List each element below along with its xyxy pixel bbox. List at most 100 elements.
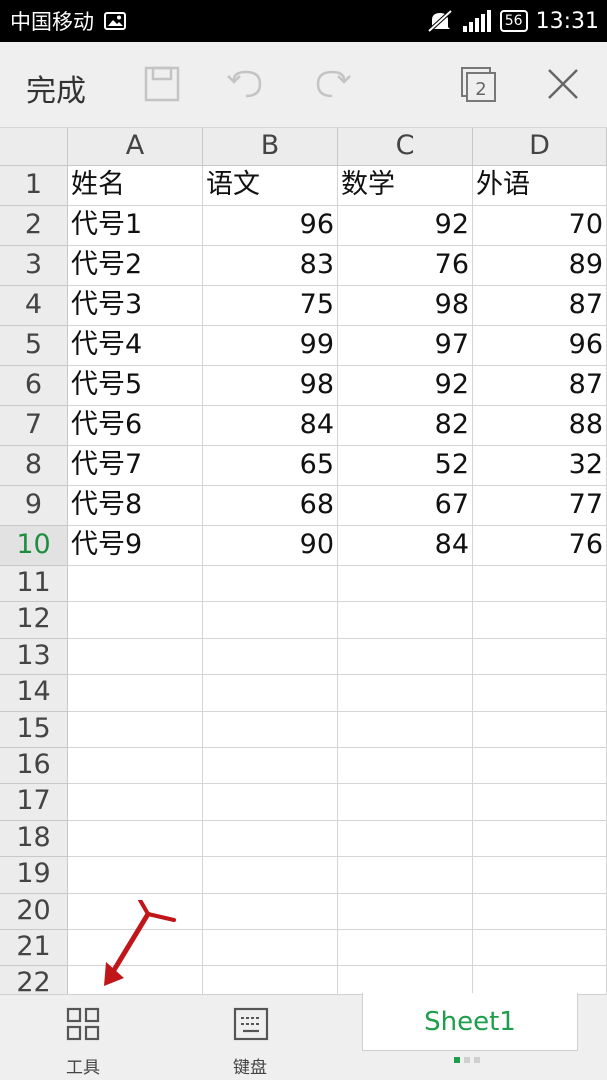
- row-header[interactable]: 17: [0, 784, 68, 821]
- table-cell[interactable]: 92: [338, 206, 473, 246]
- table-cell[interactable]: 代号1: [68, 206, 203, 246]
- row-header[interactable]: 12: [0, 602, 68, 639]
- table-cell[interactable]: [68, 638, 203, 676]
- row-header[interactable]: 18: [0, 820, 68, 858]
- table-cell[interactable]: 32: [473, 446, 607, 486]
- row-header[interactable]: 13: [0, 638, 68, 676]
- table-cell[interactable]: [203, 857, 338, 894]
- table-cell[interactable]: [203, 638, 338, 676]
- table-cell[interactable]: [338, 893, 473, 930]
- table-cell[interactable]: 99: [203, 326, 338, 366]
- table-cell[interactable]: 代号7: [68, 446, 203, 486]
- table-cell[interactable]: [203, 711, 338, 748]
- table-cell[interactable]: 96: [203, 206, 338, 246]
- table-cell[interactable]: [473, 930, 607, 967]
- row-header[interactable]: 9: [0, 486, 68, 526]
- row-header[interactable]: 5: [0, 326, 68, 366]
- row-header[interactable]: 21: [0, 930, 68, 967]
- table-cell[interactable]: 数学: [338, 166, 473, 206]
- table-cell[interactable]: [203, 566, 338, 603]
- table-cell[interactable]: 代号4: [68, 326, 203, 366]
- window-switch-icon[interactable]: 2: [458, 64, 498, 104]
- table-cell[interactable]: 97: [338, 326, 473, 366]
- column-header-b[interactable]: B: [203, 128, 338, 166]
- row-header[interactable]: 6: [0, 366, 68, 406]
- table-cell[interactable]: [68, 602, 203, 639]
- row-header[interactable]: 4: [0, 286, 68, 326]
- table-cell[interactable]: [68, 820, 203, 858]
- row-header[interactable]: 19: [0, 857, 68, 894]
- table-cell[interactable]: [473, 966, 607, 994]
- column-header-a[interactable]: A: [68, 128, 203, 166]
- table-cell[interactable]: 84: [203, 406, 338, 446]
- table-cell[interactable]: 87: [473, 366, 607, 406]
- table-cell[interactable]: [338, 711, 473, 748]
- table-cell[interactable]: 70: [473, 206, 607, 246]
- table-cell[interactable]: 姓名: [68, 166, 203, 206]
- row-header[interactable]: 14: [0, 675, 68, 712]
- table-cell[interactable]: 88: [473, 406, 607, 446]
- row-header[interactable]: 16: [0, 748, 68, 785]
- table-cell[interactable]: [338, 638, 473, 676]
- table-cell[interactable]: [338, 566, 473, 603]
- row-header[interactable]: 10: [0, 526, 68, 566]
- row-header[interactable]: 8: [0, 446, 68, 486]
- table-cell[interactable]: [68, 784, 203, 821]
- select-all-corner[interactable]: [0, 128, 68, 166]
- table-cell[interactable]: [68, 675, 203, 712]
- row-header[interactable]: 20: [0, 893, 68, 930]
- row-header[interactable]: 15: [0, 711, 68, 748]
- table-cell[interactable]: [338, 602, 473, 639]
- column-header-d[interactable]: D: [473, 128, 607, 166]
- table-cell[interactable]: [338, 748, 473, 785]
- table-cell[interactable]: 代号9: [68, 526, 203, 566]
- table-cell[interactable]: 代号8: [68, 486, 203, 526]
- close-icon[interactable]: [543, 64, 583, 104]
- table-cell[interactable]: 87: [473, 286, 607, 326]
- table-cell[interactable]: [338, 820, 473, 858]
- table-cell[interactable]: [203, 748, 338, 785]
- table-cell[interactable]: 外语: [473, 166, 607, 206]
- table-cell[interactable]: 75: [203, 286, 338, 326]
- table-cell[interactable]: 65: [203, 446, 338, 486]
- table-cell[interactable]: 76: [338, 246, 473, 286]
- table-cell[interactable]: [473, 711, 607, 748]
- table-cell[interactable]: 代号3: [68, 286, 203, 326]
- table-cell[interactable]: 76: [473, 526, 607, 566]
- table-cell[interactable]: [473, 566, 607, 603]
- table-cell[interactable]: 84: [338, 526, 473, 566]
- table-cell[interactable]: 代号2: [68, 246, 203, 286]
- table-cell[interactable]: [68, 566, 203, 603]
- table-cell[interactable]: 代号5: [68, 366, 203, 406]
- table-cell[interactable]: [338, 675, 473, 712]
- table-cell[interactable]: [473, 893, 607, 930]
- row-header[interactable]: 2: [0, 206, 68, 246]
- done-button[interactable]: 完成: [26, 66, 86, 110]
- tools-button[interactable]: 工具: [33, 995, 133, 1081]
- table-cell[interactable]: [473, 857, 607, 894]
- table-cell[interactable]: [203, 784, 338, 821]
- table-cell[interactable]: 52: [338, 446, 473, 486]
- table-cell[interactable]: 语文: [203, 166, 338, 206]
- table-cell[interactable]: 98: [203, 366, 338, 406]
- table-cell[interactable]: [473, 748, 607, 785]
- table-cell[interactable]: [473, 602, 607, 639]
- table-cell[interactable]: [68, 893, 203, 930]
- table-cell[interactable]: [338, 857, 473, 894]
- table-cell[interactable]: [68, 930, 203, 967]
- table-cell[interactable]: 77: [473, 486, 607, 526]
- row-header[interactable]: 1: [0, 166, 68, 206]
- row-header[interactable]: 11: [0, 566, 68, 603]
- column-header-c[interactable]: C: [338, 128, 473, 166]
- keyboard-button[interactable]: 键盘: [200, 995, 300, 1081]
- row-header[interactable]: 7: [0, 406, 68, 446]
- table-cell[interactable]: 83: [203, 246, 338, 286]
- table-cell[interactable]: [473, 638, 607, 676]
- sheet-tab-sheet1[interactable]: Sheet1: [362, 993, 578, 1051]
- table-cell[interactable]: [203, 930, 338, 967]
- row-header[interactable]: 22: [0, 966, 68, 994]
- table-cell[interactable]: [203, 893, 338, 930]
- table-cell[interactable]: [338, 784, 473, 821]
- save-icon[interactable]: [142, 64, 182, 104]
- table-cell[interactable]: 92: [338, 366, 473, 406]
